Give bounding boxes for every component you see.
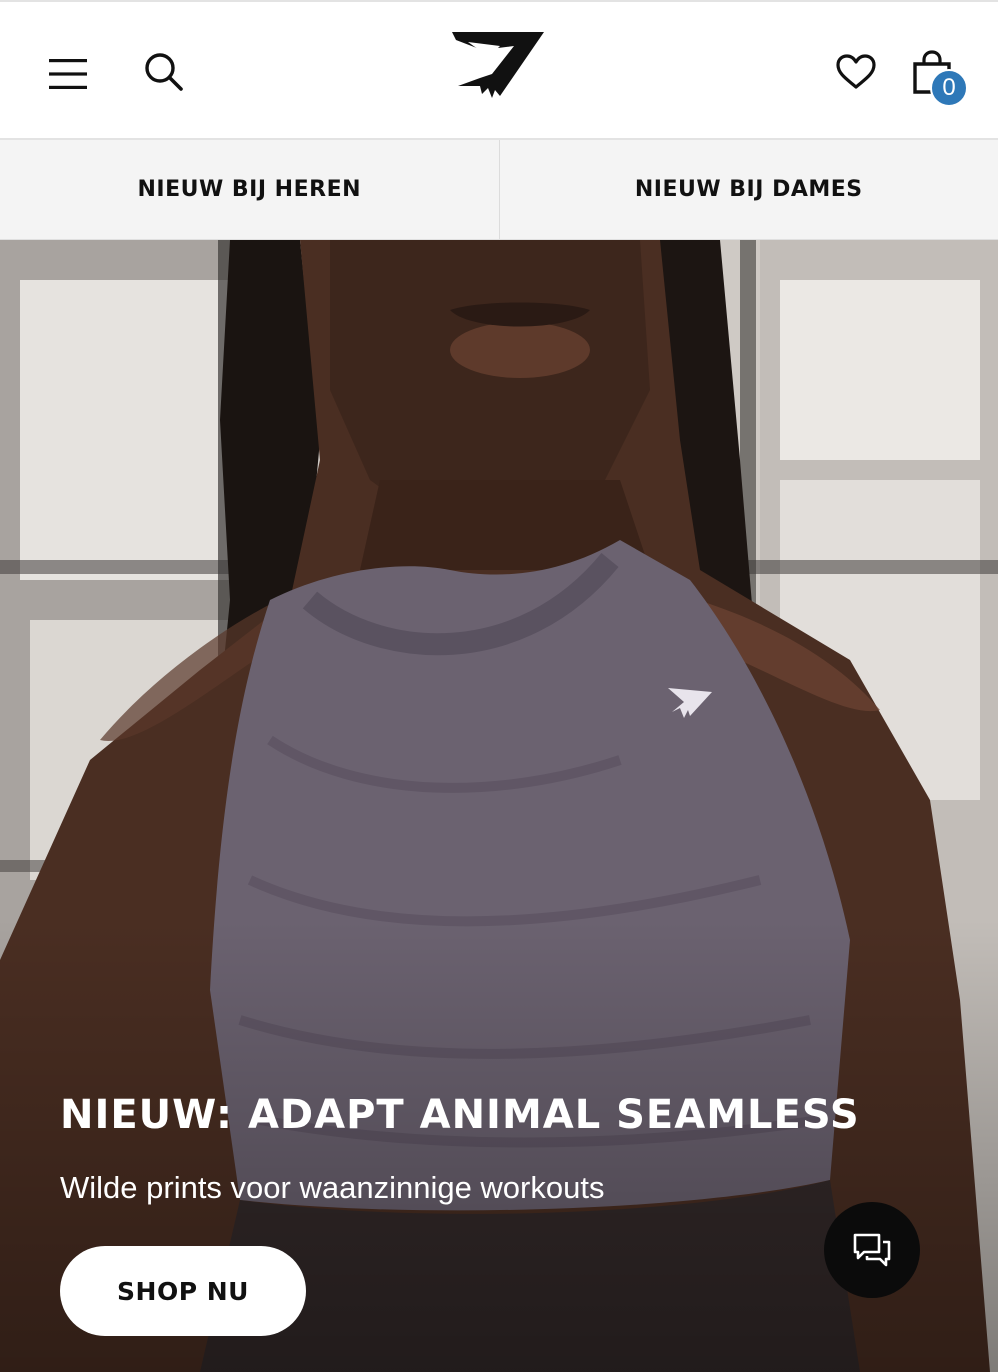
search-button[interactable] — [136, 44, 192, 100]
tab-new-women[interactable]: NIEUW BIJ DAMES — [498, 140, 998, 239]
search-icon — [145, 53, 183, 91]
shop-now-button[interactable]: SHOP NU — [60, 1246, 306, 1336]
tab-new-men[interactable]: NIEUW BIJ HEREN — [0, 140, 499, 239]
category-tabs: NIEUW BIJ HEREN NIEUW BIJ DAMES — [0, 140, 998, 240]
hero-banner: NIEUW: ADAPT ANIMAL SEAMLESS Wilde print… — [0, 240, 998, 1372]
menu-button[interactable] — [40, 46, 96, 102]
gymshark-logo[interactable] — [448, 28, 552, 104]
hero-title: NIEUW: ADAPT ANIMAL SEAMLESS — [60, 1092, 860, 1138]
site-header: 0 — [0, 0, 998, 140]
heart-icon — [836, 54, 876, 89]
hamburger-menu-icon — [49, 59, 87, 89]
cart-count-badge: 0 — [930, 69, 968, 107]
chat-button[interactable] — [824, 1202, 920, 1298]
wishlist-button[interactable] — [826, 44, 886, 100]
hero-subtitle: Wilde prints voor waanzinnige workouts — [60, 1170, 605, 1205]
chat-icon — [853, 1233, 891, 1267]
